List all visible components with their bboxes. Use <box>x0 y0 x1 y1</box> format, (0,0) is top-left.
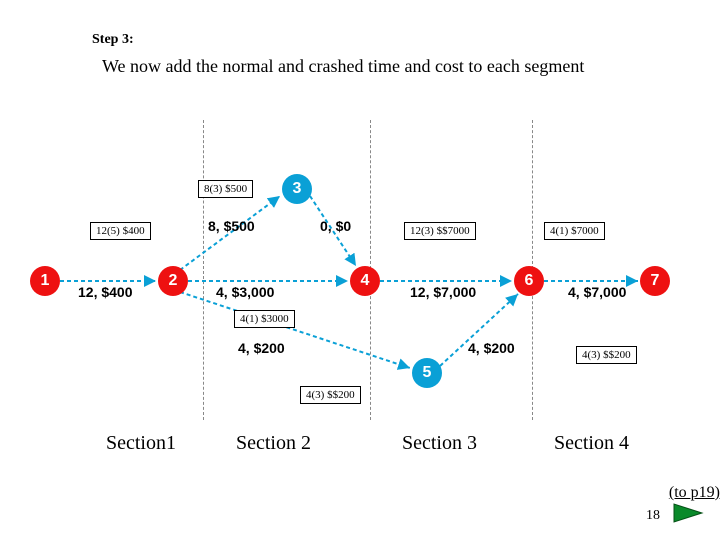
annotation-box-6: 4(3) $$200 <box>576 346 637 364</box>
page-number: 18 <box>646 508 660 524</box>
annotation-box-5: 4(1) $3000 <box>234 310 295 328</box>
node-3: 3 <box>282 174 312 204</box>
node-7: 7 <box>640 266 670 296</box>
edge-label-2-3: 8, $500 <box>208 218 255 234</box>
edge-label-6-7: 4, $7,000 <box>568 284 626 300</box>
section-label-3: Section 3 <box>402 432 477 455</box>
edge-label-5-6: 4, $200 <box>468 340 515 356</box>
section-label-2: Section 2 <box>236 432 311 455</box>
annotation-box-3: 12(3) $$7000 <box>404 222 476 240</box>
edge-label-2-5: 4, $200 <box>238 340 285 356</box>
step-label: Step 3: <box>92 32 134 48</box>
next-page-icon[interactable] <box>672 500 706 526</box>
edge-label-2-4: 4, $3,000 <box>216 284 274 300</box>
step-description: We now add the normal and crashed time a… <box>102 56 584 77</box>
edge-label-4-6: 12, $7,000 <box>410 284 476 300</box>
annotation-box-7: 4(3) $$200 <box>300 386 361 404</box>
section-label-4: Section 4 <box>554 432 629 455</box>
edge-label-1-2: 12, $400 <box>78 284 133 300</box>
node-4: 4 <box>350 266 380 296</box>
annotation-box-4: 4(1) $7000 <box>544 222 605 240</box>
node-2: 2 <box>158 266 188 296</box>
annotation-box-2: 12(5) $400 <box>90 222 151 240</box>
node-5: 5 <box>412 358 442 388</box>
node-6: 6 <box>514 266 544 296</box>
node-1: 1 <box>30 266 60 296</box>
annotation-box-1: 8(3) $500 <box>198 180 253 198</box>
section-label-1: Section1 <box>106 432 176 455</box>
edge-label-3-4: 0, $0 <box>320 218 351 234</box>
